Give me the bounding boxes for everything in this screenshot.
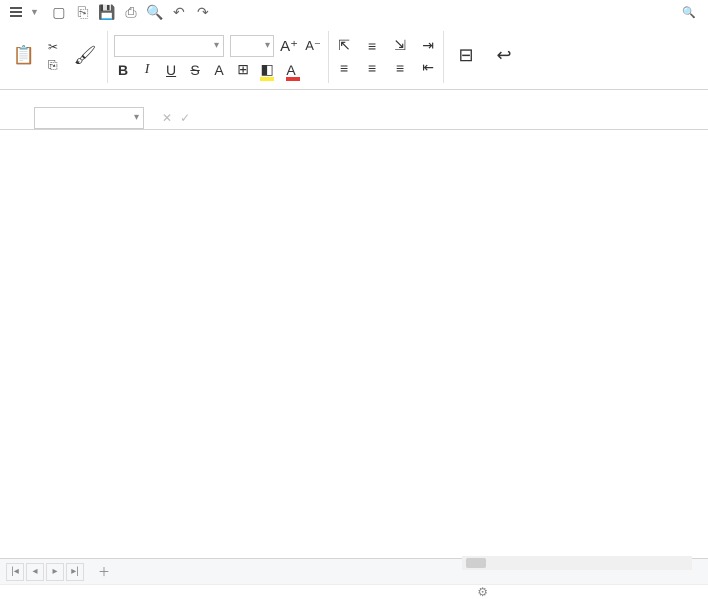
font-size-select[interactable] — [230, 35, 274, 57]
name-box[interactable] — [34, 107, 144, 129]
open-icon[interactable]: ⎘ — [75, 4, 91, 20]
new-doc-icon[interactable]: ▢ — [51, 4, 67, 20]
font-color-button[interactable]: A — [282, 61, 300, 79]
font-style-button[interactable]: A — [210, 61, 228, 79]
align-left-icon[interactable]: ≡ — [335, 59, 353, 77]
indent-icon[interactable]: ⇥ — [419, 37, 437, 55]
cancel-icon[interactable]: ✕ — [162, 111, 172, 125]
merge-button[interactable]: ⊟ — [450, 42, 482, 72]
scissors-icon: ✂ — [48, 40, 58, 54]
brush-icon: 🖌 — [73, 44, 97, 68]
cut-button[interactable]: ✂ — [46, 39, 63, 55]
fill-color-button[interactable]: ◧ — [258, 61, 276, 79]
paste-button[interactable]: 📋 — [8, 42, 40, 72]
align-right-icon[interactable]: ≡ — [391, 59, 409, 77]
grow-font-icon[interactable]: A⁺ — [280, 37, 298, 55]
undo-icon[interactable]: ↶ — [171, 4, 187, 20]
outdent-icon[interactable]: ⇤ — [419, 59, 437, 77]
align-middle-icon[interactable]: ≡ — [363, 37, 381, 55]
save-icon[interactable]: 💾 — [99, 4, 115, 20]
hamburger-icon — [10, 7, 22, 17]
formula-bar[interactable] — [198, 107, 708, 129]
clipboard-icon: 📋 — [12, 44, 36, 68]
sheet-first-icon[interactable]: |◂ — [6, 563, 24, 581]
confirm-icon[interactable]: ✓ — [180, 111, 190, 125]
sheet-prev-icon[interactable]: ◂ — [26, 563, 44, 581]
sheet-last-icon[interactable]: ▸| — [66, 563, 84, 581]
chevron-down-icon: ▼ — [30, 7, 39, 17]
copy-button[interactable]: ⎘ — [46, 57, 63, 74]
align-top-icon[interactable]: ⇱ — [335, 37, 353, 55]
format-painter-button[interactable]: 🖌 — [69, 42, 101, 72]
copy-icon: ⎘ — [48, 58, 58, 73]
sheet-next-icon[interactable]: ▸ — [46, 563, 64, 581]
search-box[interactable]: 🔍 — [682, 6, 704, 19]
shrink-font-icon[interactable]: A⁻ — [304, 37, 322, 55]
wrap-icon: ↩ — [492, 44, 516, 68]
bold-button[interactable]: B — [114, 61, 132, 79]
underline-button[interactable]: U — [162, 61, 180, 79]
settings-icon[interactable]: ⚙ — [477, 585, 488, 599]
search-icon: 🔍 — [682, 6, 696, 19]
preview-icon[interactable]: 🔍 — [147, 4, 163, 20]
font-name-select[interactable] — [114, 35, 224, 57]
strike-button[interactable]: S — [186, 61, 204, 79]
add-sheet-button[interactable]: ＋ — [90, 559, 118, 584]
print-icon[interactable]: ⎙ — [123, 4, 139, 20]
horizontal-scrollbar[interactable] — [462, 556, 692, 570]
merge-icon: ⊟ — [454, 44, 478, 68]
border-button[interactable]: ⊞ — [234, 61, 252, 79]
align-center-icon[interactable]: ≡ — [363, 59, 381, 77]
redo-icon[interactable]: ↷ — [195, 4, 211, 20]
align-bottom-icon[interactable]: ⇲ — [391, 37, 409, 55]
file-menu[interactable]: ▼ — [4, 5, 45, 19]
italic-button[interactable]: I — [138, 61, 156, 79]
wrap-button[interactable]: ↩ — [488, 42, 520, 72]
